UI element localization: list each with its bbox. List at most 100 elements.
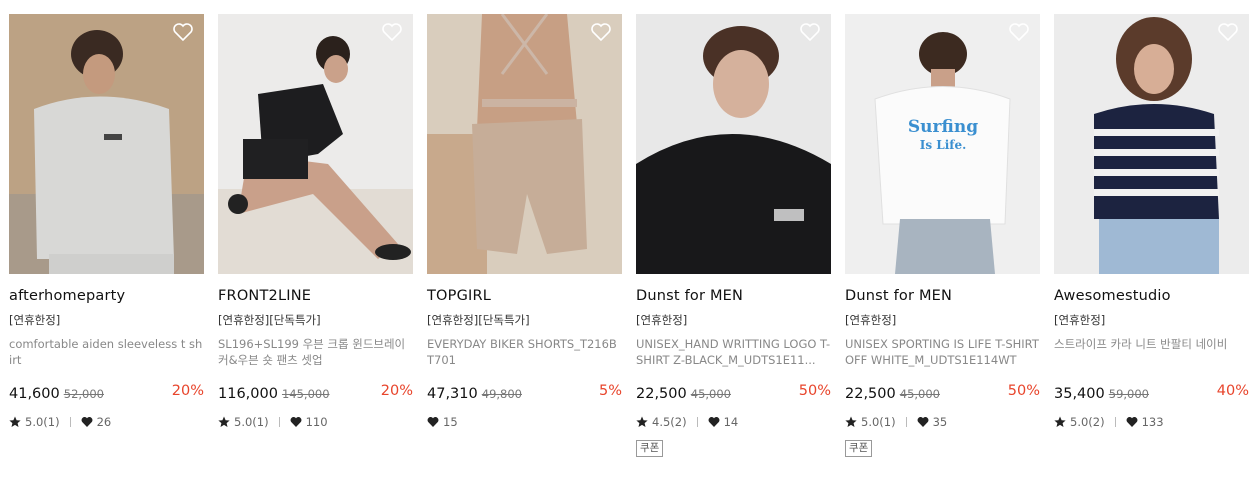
heart-icon	[1126, 417, 1138, 427]
original-price: 45,000	[899, 387, 940, 401]
price-row: 22,500 45,000 50%	[636, 383, 831, 405]
brand-name[interactable]: TOPGIRL	[427, 288, 622, 304]
shirt-print-line2: Is Life.	[920, 138, 967, 152]
product-photo	[9, 14, 204, 274]
product-name[interactable]: UNISEX SPORTING IS LIFE T-SHIRT OFF WHIT…	[845, 336, 1040, 368]
wishlist-heart-icon[interactable]	[381, 22, 403, 42]
coupon-badge: 쿠폰	[845, 440, 873, 457]
product-card[interactable]: Surfing Is Life. Dunst for MEN [연휴한정] UN…	[845, 14, 1040, 457]
review-meta: 5.0(2) 133	[1054, 414, 1249, 430]
promo-tag: [연휴한정]	[1054, 313, 1106, 327]
heart-icon	[708, 417, 720, 427]
product-name[interactable]: EVERYDAY BIKER SHORTS_T216BT701	[427, 336, 622, 368]
original-price: 49,800	[481, 387, 522, 401]
promo-tag: [연휴한정][단독특가]	[427, 313, 530, 327]
promo-tag: [연휴한정]	[9, 313, 61, 327]
like-count: 14	[723, 415, 739, 429]
heart-icon	[427, 417, 439, 427]
price-row: 116,000 145,000 20%	[218, 383, 413, 405]
wishlist-heart-icon[interactable]	[799, 22, 821, 42]
like-count: 35	[932, 415, 948, 429]
product-name[interactable]: UNISEX_HAND WRITTING LOGO T-SHIRT Z-BLAC…	[636, 336, 831, 368]
review-meta: 4.5(2) 14	[636, 414, 831, 430]
star-icon	[9, 416, 21, 427]
wishlist-heart-icon[interactable]	[172, 22, 194, 42]
divider	[278, 417, 280, 427]
divider	[69, 417, 71, 427]
like-count: 15	[443, 415, 458, 429]
review-meta: 15	[427, 414, 622, 430]
wishlist-heart-icon[interactable]	[1217, 22, 1239, 42]
wishlist-heart-icon[interactable]	[590, 22, 612, 42]
sale-price: 47,310	[427, 386, 478, 402]
review-meta: 5.0(1) 26	[9, 414, 204, 430]
sale-price: 22,500	[845, 386, 896, 402]
price-row: 35,400 59,000 40%	[1054, 383, 1249, 405]
review-meta: 5.0(1) 35	[845, 414, 1040, 430]
brand-name[interactable]: afterhomeparty	[9, 288, 204, 304]
divider	[1114, 417, 1116, 427]
discount-rate: 40%	[1216, 383, 1249, 399]
rating-value: 5.0(1)	[25, 415, 60, 429]
original-price: 59,000	[1108, 387, 1149, 401]
product-card[interactable]: Dunst for MEN [연휴한정] UNISEX_HAND WRITTIN…	[636, 14, 831, 457]
rating-value: 4.5(2)	[652, 415, 687, 429]
divider	[696, 417, 698, 427]
product-image[interactable]	[1054, 14, 1249, 274]
promo-tag: [연휴한정]	[636, 313, 688, 327]
product-card[interactable]: afterhomeparty [연휴한정] comfortable aiden …	[9, 14, 204, 430]
brand-name[interactable]: Dunst for MEN	[636, 288, 831, 304]
sale-price: 35,400	[1054, 386, 1105, 402]
divider	[905, 417, 907, 427]
star-icon	[1054, 416, 1066, 427]
sale-price: 41,600	[9, 386, 60, 402]
discount-rate: 50%	[1007, 383, 1040, 399]
product-photo: Surfing Is Life.	[845, 14, 1040, 274]
brand-name[interactable]: Awesomestudio	[1054, 288, 1249, 304]
sale-price: 22,500	[636, 386, 687, 402]
rating-value: 5.0(1)	[234, 415, 269, 429]
like-count: 133	[1141, 415, 1164, 429]
promo-tag: [연휴한정][단독특가]	[218, 313, 321, 327]
product-card[interactable]: Awesomestudio [연휴한정] 스트라이프 카라 니트 반팔티 네이비…	[1054, 14, 1249, 430]
original-price: 145,000	[281, 387, 330, 401]
discount-rate: 20%	[171, 383, 204, 399]
like-count: 26	[96, 415, 112, 429]
brand-name[interactable]: FRONT2LINE	[218, 288, 413, 304]
coupon-badge: 쿠폰	[636, 440, 664, 457]
heart-icon	[290, 417, 302, 427]
rating-value: 5.0(2)	[1070, 415, 1105, 429]
heart-icon	[917, 417, 929, 427]
like-count: 110	[305, 415, 328, 429]
rating-value: 5.0(1)	[861, 415, 896, 429]
star-icon	[845, 416, 857, 427]
product-image[interactable]	[9, 14, 204, 274]
product-name[interactable]: SL196+SL199 우븐 크롭 윈드브레이커&우븐 숏 팬츠 셋업	[218, 336, 413, 368]
original-price: 52,000	[63, 387, 104, 401]
product-photo	[1054, 14, 1249, 274]
product-card[interactable]: TOPGIRL [연휴한정][단독특가] EVERYDAY BIKER SHOR…	[427, 14, 622, 430]
product-image[interactable]: Surfing Is Life.	[845, 14, 1040, 274]
brand-name[interactable]: Dunst for MEN	[845, 288, 1040, 304]
shirt-print-line1: Surfing	[908, 117, 978, 137]
product-photo	[636, 14, 831, 274]
review-meta: 5.0(1) 110	[218, 414, 413, 430]
wishlist-heart-icon[interactable]	[1008, 22, 1030, 42]
original-price: 45,000	[690, 387, 731, 401]
heart-icon	[81, 417, 93, 427]
product-photo	[427, 14, 622, 274]
product-name[interactable]: 스트라이프 카라 니트 반팔티 네이비	[1054, 336, 1249, 368]
sale-price: 116,000	[218, 386, 278, 402]
product-grid: afterhomeparty [연휴한정] comfortable aiden …	[0, 0, 1254, 493]
star-icon	[218, 416, 230, 427]
product-image[interactable]	[218, 14, 413, 274]
star-icon	[636, 416, 648, 427]
discount-rate: 5%	[598, 383, 622, 399]
product-photo	[218, 14, 413, 274]
product-image[interactable]	[636, 14, 831, 274]
product-card[interactable]: FRONT2LINE [연휴한정][단독특가] SL196+SL199 우븐 크…	[218, 14, 413, 430]
price-row: 22,500 45,000 50%	[845, 383, 1040, 405]
product-name[interactable]: comfortable aiden sleeveless t shirt	[9, 336, 204, 368]
price-row: 41,600 52,000 20%	[9, 383, 204, 405]
product-image[interactable]	[427, 14, 622, 274]
